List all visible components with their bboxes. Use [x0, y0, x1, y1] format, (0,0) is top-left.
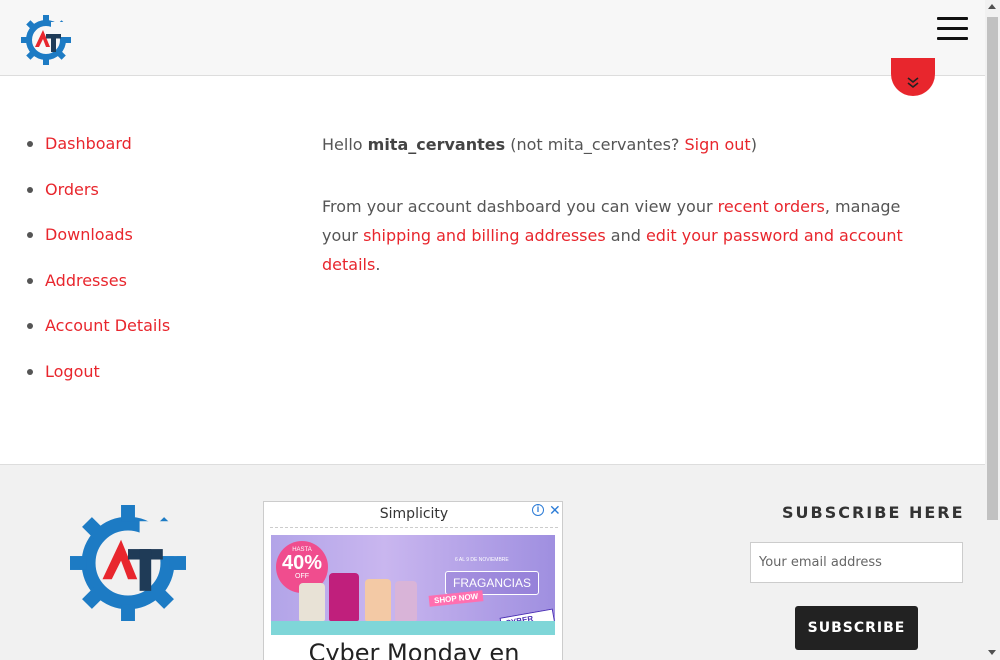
perfume-bottle	[365, 579, 391, 621]
advertisement[interactable]: Simplicity i ✕ HASTA 40% OFF 6 AL 9 DE N…	[263, 501, 563, 660]
ad-info-icon[interactable]: i	[532, 504, 544, 516]
ad-headline[interactable]: Cyber Monday en	[264, 639, 562, 660]
at-gear-logo-icon	[21, 15, 71, 65]
ad-date-text: 6 AL 9 DE NOVIEMBRE	[455, 557, 509, 563]
account-nav-item-orders: Orders	[24, 176, 170, 222]
account-details-link[interactable]: Account Details	[45, 316, 170, 335]
perfume-bottle	[299, 583, 325, 621]
scrollbar-thumb[interactable]	[987, 17, 998, 520]
username-text: mita_cervantes	[367, 135, 506, 154]
hamburger-line	[937, 37, 968, 40]
recent-orders-link[interactable]: recent orders	[718, 197, 825, 216]
ad-fragrancias-text: FRAGANCIAS	[445, 571, 539, 595]
perfume-bottle	[395, 581, 417, 621]
dashboard-intro-paragraph: From your account dashboard you can view…	[322, 192, 922, 279]
site-header	[0, 0, 985, 76]
subscribe-button[interactable]: SUBSCRIBE	[795, 606, 918, 650]
not-user-text: (not mita_cervantes?	[505, 135, 685, 154]
scroll-down-arrow-icon[interactable]	[988, 650, 996, 655]
greeting-paragraph: Hello mita_cervantes (not mita_cervantes…	[322, 130, 922, 159]
ad-stripe	[271, 621, 555, 635]
hamburger-menu-button[interactable]	[937, 17, 968, 43]
ad-shop-now-text: SHOP NOW	[428, 590, 484, 607]
account-nav-item-account-details: Account Details	[24, 312, 170, 358]
scroll-up-arrow-icon[interactable]	[988, 4, 996, 9]
account-nav-item-dashboard: Dashboard	[24, 130, 170, 176]
badge-off-text: OFF	[295, 573, 309, 580]
shipping-billing-addresses-link[interactable]: shipping and billing addresses	[363, 226, 606, 245]
not-user-suffix: )	[750, 135, 757, 154]
sign-out-link[interactable]: Sign out	[685, 135, 751, 154]
downloads-link[interactable]: Downloads	[45, 225, 133, 244]
intro-text-4: .	[375, 255, 381, 274]
logout-link[interactable]: Logout	[45, 362, 100, 381]
account-nav-item-logout: Logout	[24, 358, 170, 404]
subscribe-heading: SUBSCRIBE HERE	[782, 503, 965, 522]
orders-link[interactable]: Orders	[45, 180, 99, 199]
vertical-scrollbar[interactable]	[985, 0, 1000, 660]
account-nav-item-downloads: Downloads	[24, 221, 170, 267]
perfume-bottle	[329, 573, 359, 621]
badge-value-text: 40%	[281, 552, 323, 574]
double-chevron-down-icon	[907, 77, 919, 89]
account-nav-item-addresses: Addresses	[24, 267, 170, 313]
at-gear-logo-icon	[70, 505, 186, 621]
addresses-link[interactable]: Addresses	[45, 271, 127, 290]
greeting-hello-text: Hello	[322, 135, 368, 154]
dashboard-content: Hello mita_cervantes (not mita_cervantes…	[322, 130, 922, 279]
email-input[interactable]	[750, 542, 963, 583]
intro-text-1: From your account dashboard you can view…	[322, 197, 718, 216]
ad-divider	[270, 527, 558, 528]
account-navigation: Dashboard Orders Downloads Addresses Acc…	[24, 130, 170, 404]
site-logo[interactable]	[21, 14, 71, 66]
footer-logo[interactable]	[70, 501, 186, 625]
dashboard-link[interactable]: Dashboard	[45, 134, 132, 153]
ad-close-icon[interactable]: ✕	[549, 502, 561, 519]
scroll-down-button[interactable]	[891, 58, 935, 96]
hamburger-line	[937, 27, 968, 30]
hamburger-menu-icon	[937, 17, 968, 20]
site-footer: Simplicity i ✕ HASTA 40% OFF 6 AL 9 DE N…	[0, 464, 985, 660]
ad-title: Simplicity	[379, 506, 449, 522]
ad-banner-image[interactable]: HASTA 40% OFF 6 AL 9 DE NOVIEMBRE FRAGAN…	[271, 535, 555, 635]
intro-text-3: and	[605, 226, 646, 245]
